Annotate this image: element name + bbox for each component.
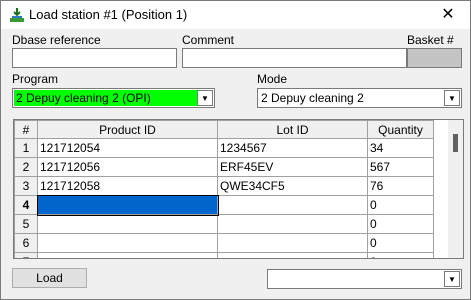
mode-select-value: 2 Depuy cleaning 2: [261, 91, 364, 105]
table-row[interactable]: 4 0: [14, 194, 434, 216]
quantity-cell[interactable]: 0: [367, 252, 434, 258]
footer-select[interactable]: ▼: [267, 269, 462, 289]
row-number[interactable]: 3: [14, 176, 38, 196]
products-grid[interactable]: # Product ID Lot ID Quantity 1 121712054…: [13, 119, 464, 259]
lot-id-cell[interactable]: 1234567: [217, 138, 368, 158]
program-select[interactable]: 2 Depuy cleaning 2 (OPI) ▼: [12, 88, 215, 108]
comment-label: Comment: [182, 33, 235, 47]
table-row[interactable]: 5 0: [14, 214, 434, 234]
quantity-cell[interactable]: 76: [367, 176, 434, 196]
lot-id-cell[interactable]: [217, 233, 368, 253]
close-button[interactable]: ✕: [426, 1, 470, 29]
quantity-cell[interactable]: 34: [367, 138, 434, 158]
comment-field[interactable]: [182, 48, 407, 68]
table-row[interactable]: 7 0: [14, 252, 434, 258]
row-number[interactable]: 1: [14, 138, 38, 158]
basket-field: [407, 48, 462, 68]
products-table: # Product ID Lot ID Quantity 1 121712054…: [14, 120, 434, 258]
product-id-cell[interactable]: 121712056: [37, 157, 218, 177]
lot-id-cell[interactable]: ERF45EV: [217, 157, 368, 177]
chevron-down-icon[interactable]: ▼: [444, 271, 460, 287]
quantity-cell[interactable]: 567: [367, 157, 434, 177]
lot-id-cell[interactable]: [217, 195, 368, 215]
product-id-cell-selected[interactable]: [36, 194, 219, 216]
table-row[interactable]: 3 121712058 QWE34CF5 76: [14, 176, 434, 196]
basket-label: Basket #: [407, 33, 454, 47]
table-row[interactable]: 1 121712054 1234567 34: [14, 138, 434, 158]
product-id-cell[interactable]: 121712054: [37, 138, 218, 158]
row-number[interactable]: 6: [14, 233, 38, 253]
lot-id-cell[interactable]: [217, 214, 368, 234]
quantity-cell[interactable]: 0: [367, 233, 434, 253]
column-header-lot-id[interactable]: Lot ID: [217, 120, 368, 139]
table-row[interactable]: 2 121712056 ERF45EV 567: [14, 157, 434, 177]
vertical-scrollbar[interactable]: [448, 120, 463, 258]
row-number[interactable]: 5: [14, 214, 38, 234]
column-header-quantity[interactable]: Quantity: [367, 120, 434, 139]
lot-id-cell[interactable]: [217, 252, 368, 258]
load-button[interactable]: Load: [12, 268, 87, 288]
lot-id-cell[interactable]: QWE34CF5: [217, 176, 368, 196]
program-label: Program: [12, 72, 59, 86]
load-station-window: Load station #1 (Position 1) ✕ Dbase ref…: [0, 0, 471, 300]
mode-label: Mode: [257, 72, 288, 86]
dbase-reference-field[interactable]: [12, 48, 177, 68]
chevron-down-icon[interactable]: ▼: [197, 90, 213, 106]
table-row[interactable]: 6 0: [14, 233, 434, 253]
column-header-product-id[interactable]: Product ID: [37, 120, 218, 139]
load-station-icon: [10, 8, 24, 22]
scrollbar-thumb[interactable]: [453, 134, 458, 152]
row-number[interactable]: 4: [14, 195, 38, 215]
quantity-cell[interactable]: 0: [367, 214, 434, 234]
row-number[interactable]: 7: [14, 252, 38, 258]
program-select-value: 2 Depuy cleaning 2 (OPI): [16, 91, 151, 105]
product-id-cell[interactable]: [37, 233, 218, 253]
chevron-down-icon[interactable]: ▼: [444, 90, 460, 106]
dbase-reference-label: Dbase reference: [12, 33, 101, 47]
quantity-cell[interactable]: 0: [367, 195, 434, 215]
row-number[interactable]: 2: [14, 157, 38, 177]
product-id-cell[interactable]: [37, 252, 218, 258]
window-title: Load station #1 (Position 1): [29, 7, 188, 22]
product-id-cell[interactable]: [37, 214, 218, 234]
product-id-cell[interactable]: 121712058: [37, 176, 218, 196]
mode-select[interactable]: 2 Depuy cleaning 2 ▼: [257, 88, 462, 108]
title-bar[interactable]: Load station #1 (Position 1) ✕: [1, 1, 470, 29]
column-header-number[interactable]: #: [14, 120, 38, 139]
